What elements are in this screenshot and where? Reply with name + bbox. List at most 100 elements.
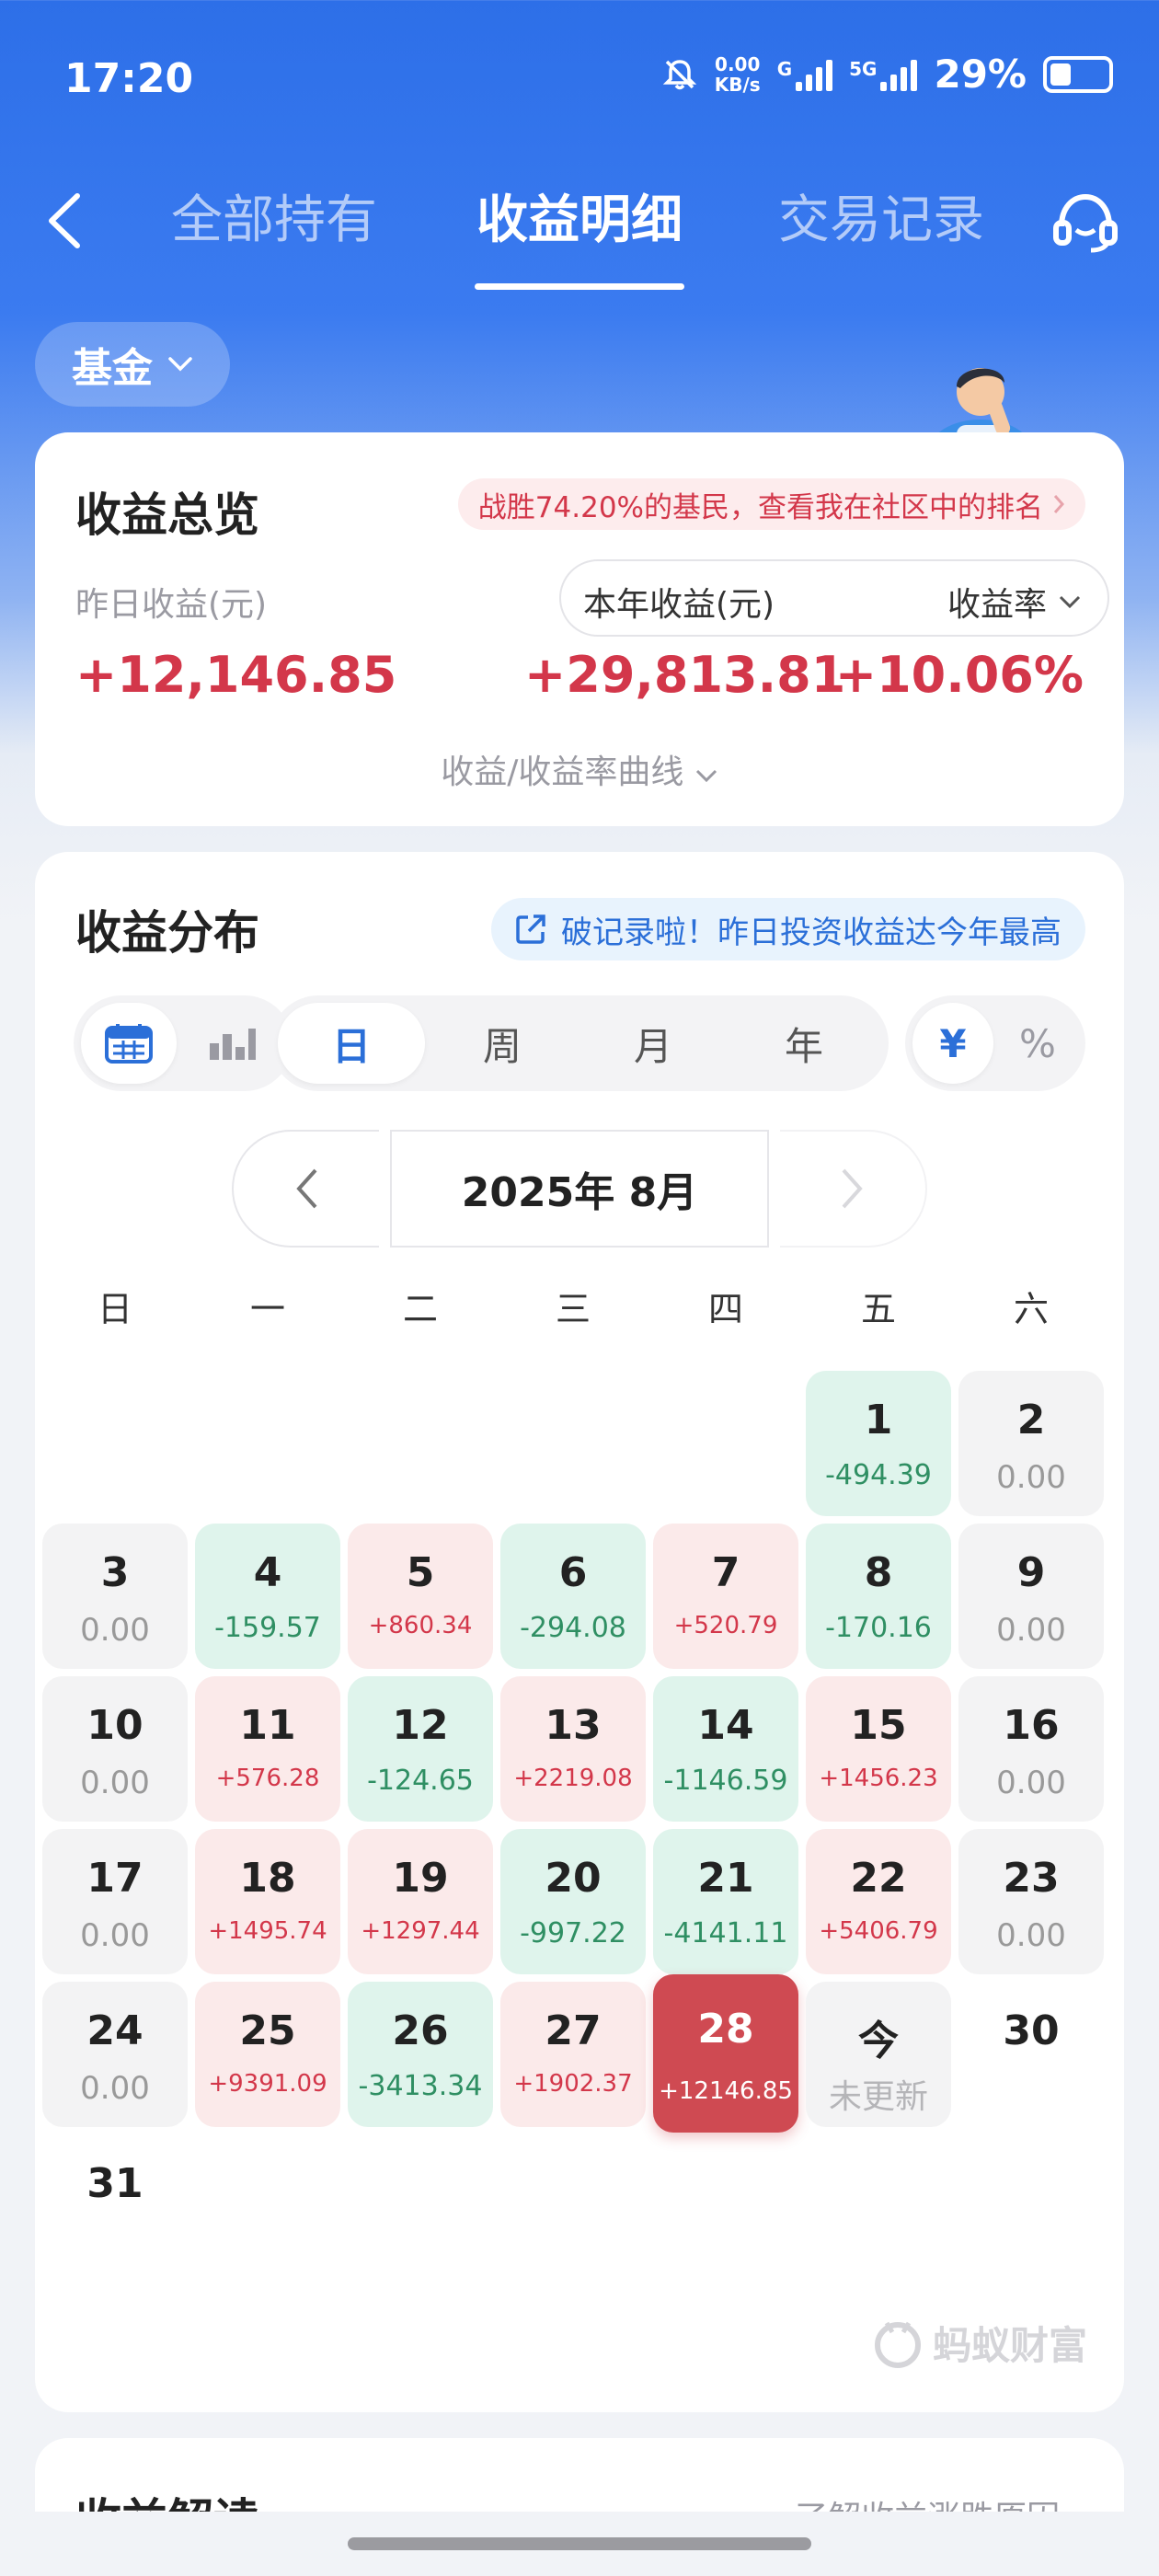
day-number: 19 — [392, 1855, 449, 1902]
earnings-overview-card: 收益总览 战胜74.20%的基民，查看我在社区中的排名 昨日收益(元) 本年收益… — [35, 432, 1124, 826]
calendar-day-3[interactable]: 3 0.00 — [42, 1524, 188, 1669]
period-selector: 日 周 月 年 — [270, 995, 889, 1091]
calendar-day-14[interactable]: 14 -1146.59 — [653, 1676, 798, 1822]
rate-dropdown[interactable]: 收益率 — [947, 578, 1082, 626]
asset-filter-dropdown[interactable]: 基金 — [35, 322, 230, 407]
signal-2: 5G — [849, 58, 918, 91]
calendar-day-21[interactable]: 21 -4141.11 — [653, 1829, 798, 1974]
day-earnings: +12146.85 — [659, 2077, 793, 2105]
chevron-down-icon — [168, 357, 192, 372]
month-navigator: 2025年 8月 — [35, 1130, 1124, 1248]
external-link-icon — [516, 914, 545, 944]
weekday-label: 日 — [97, 1289, 132, 1329]
day-number: 12 — [392, 1702, 449, 1749]
calendar-day-12[interactable]: 12 -124.65 — [348, 1676, 493, 1822]
calendar-day-24[interactable]: 24 0.00 — [42, 1982, 188, 2127]
calendar-day-2[interactable]: 2 0.00 — [958, 1371, 1104, 1516]
tab-transactions[interactable]: 交易记录 — [778, 184, 984, 258]
calendar-day-8[interactable]: 8 -170.16 — [806, 1524, 951, 1669]
day-number: 30 — [1003, 2007, 1060, 2054]
signal-bars-icon — [796, 58, 833, 91]
calendar-day-9[interactable]: 9 0.00 — [958, 1524, 1104, 1669]
calendar-day-23[interactable]: 23 0.00 — [958, 1829, 1104, 1974]
rate-value: +10.06% — [834, 646, 1084, 704]
tab-earnings-detail[interactable]: 收益明细 — [476, 184, 683, 258]
headset-icon — [1053, 193, 1118, 253]
distribution-title: 收益分布 — [75, 906, 259, 960]
calendar-day-30[interactable]: 30 — [958, 1982, 1104, 2127]
day-number: 22 — [850, 1855, 907, 1902]
day-number: 3 — [100, 1549, 130, 1596]
curve-link-label: 收益/收益率曲线 — [441, 753, 684, 791]
calendar-day-10[interactable]: 10 0.00 — [42, 1676, 188, 1822]
period-day[interactable]: 日 — [278, 1003, 425, 1084]
day-number: 31 — [86, 2160, 143, 2207]
status-time: 17:20 — [64, 55, 194, 102]
calendar-day-25[interactable]: 25 +9391.09 — [195, 1982, 340, 2127]
calendar-day-4[interactable]: 4 -159.57 — [195, 1524, 340, 1669]
weekday-label: 六 — [1013, 1289, 1049, 1329]
day-number: 20 — [545, 1855, 602, 1902]
unit-amount[interactable]: ¥ — [912, 1003, 993, 1084]
curve-link[interactable]: 收益/收益率曲线 — [35, 745, 1124, 793]
calendar-day-20[interactable]: 20 -997.22 — [500, 1829, 646, 1974]
day-number: 7 — [711, 1549, 740, 1596]
customer-service-button[interactable] — [1049, 186, 1122, 259]
prev-month-button[interactable] — [232, 1130, 379, 1248]
calendar-day-17[interactable]: 17 0.00 — [42, 1829, 188, 1974]
net-speed-unit: KB/s — [714, 73, 761, 96]
day-earnings: +1902.37 — [513, 2070, 633, 2098]
calendar-day-31[interactable]: 31 — [42, 2134, 188, 2280]
calendar-day-16[interactable]: 16 0.00 — [958, 1676, 1104, 1822]
calendar-day-27[interactable]: 27 +1902.37 — [500, 1982, 646, 2127]
chevron-left-icon — [49, 193, 80, 248]
unit-percent[interactable]: % — [997, 1003, 1078, 1084]
calendar-day-22[interactable]: 22 +5406.79 — [806, 1829, 951, 1974]
day-earnings: -1146.59 — [663, 1765, 788, 1797]
day-earnings: +520.79 — [673, 1612, 778, 1639]
bar-chart-view-button[interactable] — [184, 1003, 280, 1084]
day-number: 27 — [545, 2007, 602, 2054]
bar-chart-icon — [210, 1029, 256, 1060]
chevron-right-icon — [842, 1168, 863, 1209]
calendar-day-28[interactable]: 28 +12146.85 — [653, 1974, 798, 2133]
calendar-day-26[interactable]: 26 -3413.34 — [348, 1982, 493, 2127]
day-earnings: +9391.09 — [208, 2070, 327, 2098]
rate-dropdown-label: 收益率 — [947, 586, 1047, 624]
calendar-day-11[interactable]: 11 +576.28 — [195, 1676, 340, 1822]
period-week[interactable]: 周 — [429, 1003, 576, 1084]
calendar-day-15[interactable]: 15 +1456.23 — [806, 1676, 951, 1822]
day-number: 5 — [406, 1549, 435, 1596]
calendar-day-today[interactable]: 今未更新 — [806, 1982, 951, 2127]
day-earnings: +5406.79 — [819, 1917, 938, 1945]
calendar-day-18[interactable]: 18 +1495.74 — [195, 1829, 340, 1974]
rank-banner[interactable]: 战胜74.20%的基民，查看我在社区中的排名 — [457, 478, 1085, 530]
calendar-day-7[interactable]: 7 +520.79 — [653, 1524, 798, 1669]
current-month-label[interactable]: 2025年 8月 — [390, 1130, 769, 1248]
period-month[interactable]: 月 — [580, 1003, 727, 1084]
chevron-left-icon — [296, 1168, 317, 1209]
chevron-right-icon — [1053, 495, 1065, 513]
calendar-day-13[interactable]: 13 +2219.08 — [500, 1676, 646, 1822]
calendar-view-button[interactable] — [81, 1003, 177, 1084]
battery-percent: 29% — [934, 52, 1027, 97]
net-speed: 0.00 KB/s — [715, 54, 761, 95]
calendar-day-5[interactable]: 5 +860.34 — [348, 1524, 493, 1669]
chevron-down-icon — [1059, 595, 1081, 609]
home-indicator[interactable] — [348, 2537, 811, 2550]
record-banner[interactable]: 破记录啦！昨日投资收益达今年最高 — [491, 898, 1085, 960]
day-earnings: -494.39 — [825, 1459, 932, 1491]
calendar-day-6[interactable]: 6 -294.08 — [500, 1524, 646, 1669]
back-button[interactable] — [37, 184, 92, 258]
calendar-day-1[interactable]: 1 -494.39 — [806, 1371, 951, 1516]
year-rate-selector[interactable]: 本年收益(元) 收益率 — [559, 559, 1109, 637]
next-month-button[interactable] — [780, 1130, 927, 1248]
signal-1: G — [777, 58, 833, 91]
day-earnings: +1297.44 — [361, 1917, 480, 1945]
calendar-day-19[interactable]: 19 +1297.44 — [348, 1829, 493, 1974]
day-number: 8 — [864, 1549, 893, 1596]
brand-watermark: 蚂蚁财富 — [872, 2315, 1087, 2371]
tab-all-holdings[interactable]: 全部持有 — [171, 184, 377, 258]
ant-fortune-logo-icon — [874, 2321, 921, 2368]
period-year[interactable]: 年 — [730, 1003, 878, 1084]
